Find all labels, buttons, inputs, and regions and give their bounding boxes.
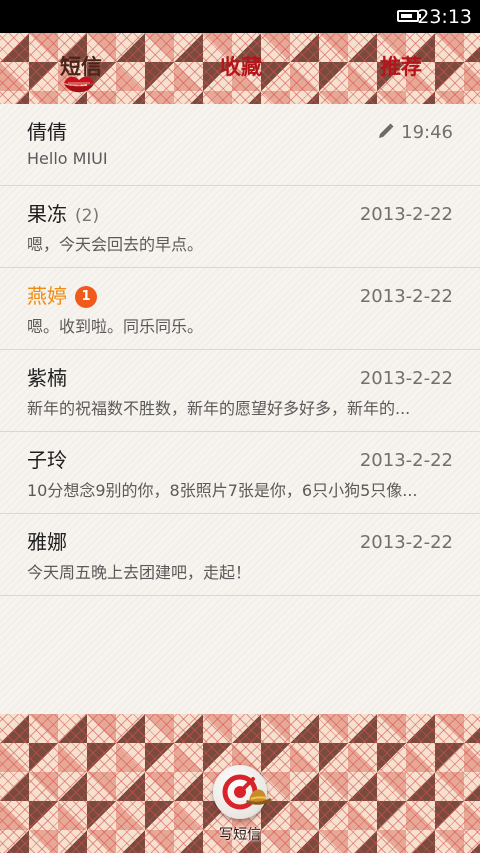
contact-name: 果冻 (2) bbox=[27, 198, 99, 227]
message-count: (2) bbox=[75, 206, 100, 226]
contact-name: 雅娜 bbox=[27, 530, 67, 554]
contact-name-text: 果冻 bbox=[27, 202, 67, 226]
message-time: 19:46 bbox=[401, 122, 453, 143]
message-date: 2013-2-22 bbox=[359, 204, 453, 225]
tab-recommended[interactable]: 推荐 bbox=[380, 51, 422, 81]
contact-name: 子玲 bbox=[27, 448, 67, 472]
battery-icon bbox=[397, 10, 421, 22]
compose-label: 写短信 bbox=[219, 827, 261, 843]
message-date: 2013-2-22 bbox=[359, 450, 453, 471]
conversation-row[interactable]: 果冻 (2) 2013-2-22 嗯，今天会回去的早点。 bbox=[0, 186, 480, 268]
tab-favorites[interactable]: 收藏 bbox=[220, 51, 262, 81]
conversation-list: 倩倩 19:46 Hello MIUI 果冻 (2) 2013-2-22 嗯，今天… bbox=[0, 104, 480, 714]
contact-name: 倩倩 bbox=[27, 120, 67, 144]
status-time: 23:13 bbox=[417, 6, 472, 28]
unread-badge: 1 bbox=[75, 286, 97, 308]
contact-name: 紫楠 bbox=[27, 366, 67, 390]
lips-icon bbox=[64, 76, 94, 93]
message-snippet: 今天周五晚上去团建吧，走起！ bbox=[27, 563, 252, 582]
conversation-row[interactable]: 雅娜 2013-2-22 今天周五晚上去团建吧，走起！ bbox=[0, 514, 480, 596]
contact-name: 燕婷 1 bbox=[27, 280, 97, 309]
conversation-row[interactable]: 子玲 2013-2-22 10分想念9别的你，8张照片7张是你，6只小狗5只像.… bbox=[0, 432, 480, 514]
message-date: 2013-2-22 bbox=[359, 368, 453, 389]
message-date: 2013-2-22 bbox=[359, 532, 453, 553]
message-snippet: 嗯，今天会回去的早点。 bbox=[27, 235, 204, 254]
status-bar: 23:13 bbox=[0, 0, 480, 33]
message-snippet: Hello MIUI bbox=[27, 149, 108, 168]
conversation-row[interactable]: 紫楠 2013-2-22 新年的祝福数不胜数，新年的愿望好多好多，新年的... bbox=[0, 350, 480, 432]
message-snippet: 10分想念9别的你，8张照片7张是你，6只小狗5只像... bbox=[27, 481, 418, 500]
hat-icon bbox=[246, 789, 272, 805]
message-date: 2013-2-22 bbox=[359, 286, 453, 307]
message-snippet: 嗯。收到啦。同乐同乐。 bbox=[27, 317, 204, 336]
conversation-row[interactable]: 燕婷 1 2013-2-22 嗯。收到啦。同乐同乐。 bbox=[0, 268, 480, 350]
message-snippet: 新年的祝福数不胜数，新年的愿望好多好多，新年的... bbox=[27, 399, 411, 418]
contact-name-text: 燕婷 bbox=[27, 284, 67, 308]
conversation-row[interactable]: 倩倩 19:46 Hello MIUI bbox=[0, 104, 480, 186]
message-date: 19:46 bbox=[377, 122, 453, 143]
draft-pencil-icon bbox=[379, 123, 394, 138]
